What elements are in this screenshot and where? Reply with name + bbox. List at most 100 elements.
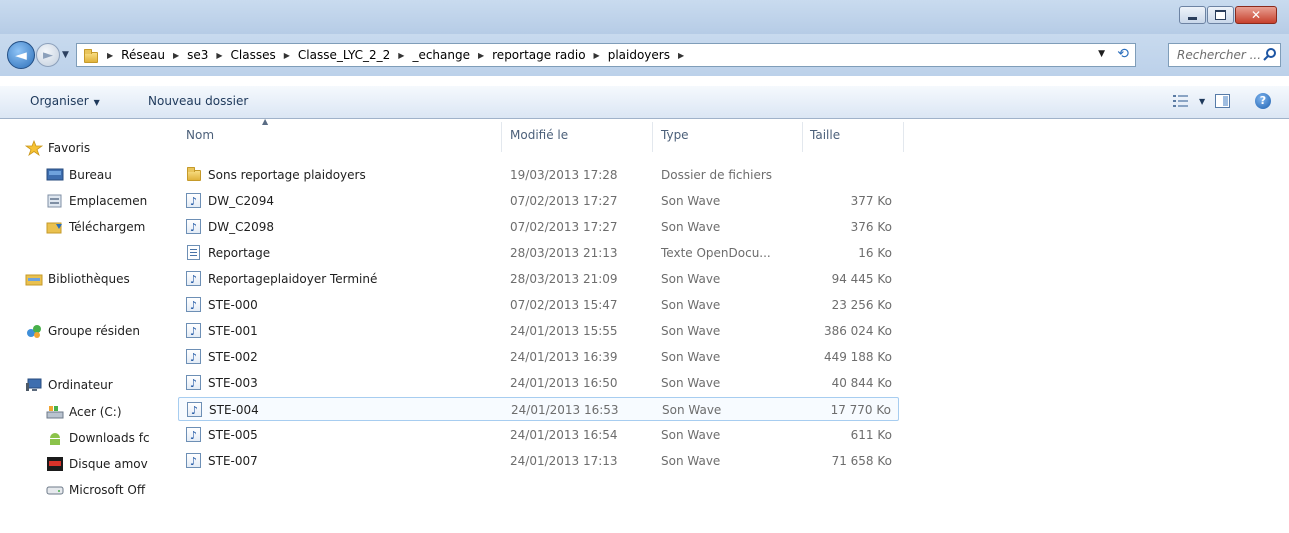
file-modified: 24/01/2013 15:55: [510, 324, 618, 338]
breadcrumb-separator-icon[interactable]: ▶: [588, 51, 606, 60]
breadcrumb-separator-icon[interactable]: ▶: [472, 51, 490, 60]
file-row[interactable]: ♪ STE-002 24/01/2013 16:39 Son Wave 449 188 …: [178, 345, 899, 369]
breadcrumb-separator-icon[interactable]: ▶: [167, 51, 185, 60]
file-row[interactable]: ♪ STE-004 24/01/2013 16:53 Son Wave 17 770 K…: [178, 397, 899, 421]
breadcrumb-item-echange[interactable]: _echange: [410, 48, 472, 62]
file-row[interactable]: ♪ STE-007 24/01/2013 17:13 Son Wave 71 658 K…: [178, 449, 899, 473]
file-row[interactable]: ♪ Reportageplaidoyer Terminé 28/03/2013 21…: [178, 267, 899, 291]
column-divider[interactable]: [802, 122, 803, 152]
desktop-icon: [46, 168, 64, 181]
breadcrumb-item-reseau[interactable]: Réseau: [119, 48, 167, 62]
close-button[interactable]: ✕: [1235, 6, 1277, 24]
file-row[interactable]: ♪ STE-003 24/01/2013 16:50 Son Wave 40 844 K…: [178, 371, 899, 395]
address-bar[interactable]: ▶ Réseau ▶ se3 ▶ Classes ▶ Classe_LYC_2_…: [76, 43, 1136, 67]
nav-item-bibliotheques[interactable]: Bibliothèques: [25, 268, 160, 290]
file-row[interactable]: ♪ STE-001 24/01/2013 15:55 Son Wave 386 024 …: [178, 319, 899, 343]
file-size: 17 770 Ko: [830, 403, 891, 417]
column-divider[interactable]: [903, 122, 904, 152]
change-view-icon[interactable]: [1172, 94, 1190, 108]
file-name: STE-005: [208, 428, 258, 442]
nav-item-emplacements[interactable]: Emplacemen: [46, 190, 160, 212]
homegroup-icon: [27, 325, 41, 338]
file-name: DW_C2098: [208, 220, 275, 234]
breadcrumb-separator-icon[interactable]: ▶: [392, 51, 410, 60]
breadcrumb-item-se3[interactable]: se3: [185, 48, 210, 62]
address-dropdown-icon[interactable]: ▼: [1098, 49, 1105, 59]
file-modified: 24/01/2013 16:53: [511, 403, 619, 417]
restore-button[interactable]: [1207, 6, 1234, 24]
column-header-name[interactable]: Nom: [186, 128, 214, 142]
file-type: Son Wave: [661, 272, 721, 286]
search-icon[interactable]: [1263, 47, 1277, 61]
breadcrumb-item-plaidoyers[interactable]: plaidoyers: [606, 48, 672, 62]
forward-button[interactable]: ►: [36, 43, 60, 67]
file-name: STE-001: [208, 324, 258, 338]
column-divider[interactable]: [652, 122, 653, 152]
computer-icon: [26, 378, 42, 391]
minimize-icon: [1188, 16, 1197, 20]
organize-button[interactable]: Organiser ▼: [30, 94, 100, 108]
wave-file-icon: ♪: [186, 375, 202, 391]
wave-file-icon: ♪: [186, 219, 202, 235]
file-row[interactable]: ♪ DW_C2098 07/02/2013 17:27 Son Wave 376 Ko: [178, 215, 899, 239]
breadcrumb-item-reportage-radio[interactable]: reportage radio: [490, 48, 587, 62]
file-row[interactable]: Reportage 28/03/2013 21:13 Texte OpenDocu.…: [178, 241, 899, 265]
file-row[interactable]: Sons reportage plaidoyers 19/03/2013 17:2…: [178, 163, 899, 187]
star-icon: [25, 140, 43, 156]
nav-item-telechargements[interactable]: Téléchargem: [46, 216, 160, 238]
nav-label: Acer (C:): [69, 405, 122, 419]
file-row[interactable]: ♪ STE-005 24/01/2013 16:54 Son Wave 611 Ko: [178, 423, 899, 447]
search-input[interactable]: Rechercher ...: [1168, 43, 1281, 67]
forward-arrow-icon: ►: [43, 47, 53, 63]
file-modified: 24/01/2013 16:39: [510, 350, 618, 364]
breadcrumb-separator-icon[interactable]: ▶: [672, 51, 690, 60]
nav-label: Emplacemen: [69, 194, 148, 208]
sort-ascending-icon: ▲: [262, 117, 269, 126]
view-dropdown-icon[interactable]: ▼: [1199, 97, 1205, 106]
column-divider[interactable]: [501, 122, 502, 152]
breadcrumb-item-classe[interactable]: Classe_LYC_2_2: [296, 48, 392, 62]
nav-item-groupe-residentiel[interactable]: Groupe résiden: [25, 320, 160, 342]
close-icon: ✕: [1250, 8, 1262, 22]
nav-item-disque-amovible[interactable]: Disque amov: [46, 453, 160, 475]
file-name: Reportage: [208, 246, 271, 260]
file-type: Son Wave: [662, 403, 722, 417]
refresh-icon[interactable]: ⟲: [1117, 46, 1129, 62]
breadcrumb: ▶ Réseau ▶ se3 ▶ Classes ▶ Classe_LYC_2_…: [101, 48, 690, 62]
wave-file-icon: ♪: [186, 297, 202, 313]
column-header-modified[interactable]: Modifié le: [510, 128, 568, 142]
file-modified: 24/01/2013 17:13: [510, 454, 618, 468]
recent-pages-dropdown[interactable]: ▼: [62, 50, 69, 60]
nav-item-favoris[interactable]: Favoris: [25, 137, 160, 159]
nav-label: Bibliothèques: [48, 272, 130, 286]
wave-file-icon: ♪: [186, 323, 202, 339]
nav-item-ordinateur[interactable]: Ordinateur: [25, 374, 160, 396]
breadcrumb-separator-icon[interactable]: ▶: [278, 51, 296, 60]
restore-icon: [1215, 10, 1226, 20]
breadcrumb-separator-icon[interactable]: ▶: [101, 51, 119, 60]
file-type: Son Wave: [661, 376, 721, 390]
column-header-size[interactable]: Taille: [810, 128, 840, 142]
help-icon[interactable]: ?: [1255, 93, 1271, 109]
file-row[interactable]: ♪ STE-000 07/02/2013 15:47 Son Wave 23 256 K…: [178, 293, 899, 317]
minimize-button[interactable]: [1179, 6, 1206, 24]
wave-file-icon: ♪: [186, 349, 202, 365]
file-modified: 24/01/2013 16:50: [510, 376, 618, 390]
android-icon: [50, 433, 60, 445]
preview-pane-icon[interactable]: [1215, 94, 1230, 108]
new-folder-button[interactable]: Nouveau dossier: [148, 94, 248, 108]
recent-places-icon: [47, 194, 62, 208]
back-button[interactable]: ◄: [7, 41, 35, 69]
file-size: 376 Ko: [850, 220, 892, 234]
nav-label: Disque amov: [69, 457, 148, 471]
nav-item-microsoft-office[interactable]: Microsoft Off: [46, 479, 160, 501]
nav-item-bureau[interactable]: Bureau: [46, 164, 160, 186]
search-placeholder: Rechercher ...: [1177, 48, 1262, 62]
breadcrumb-separator-icon[interactable]: ▶: [210, 51, 228, 60]
column-header-type[interactable]: Type: [661, 128, 689, 142]
nav-item-downloads-fc[interactable]: Downloads fc: [46, 427, 160, 449]
nav-item-acer-c[interactable]: Acer (C:): [46, 401, 160, 423]
breadcrumb-item-classes[interactable]: Classes: [229, 48, 278, 62]
wave-file-icon: ♪: [186, 193, 202, 209]
file-row[interactable]: ♪ DW_C2094 07/02/2013 17:27 Son Wave 377 Ko: [178, 189, 899, 213]
